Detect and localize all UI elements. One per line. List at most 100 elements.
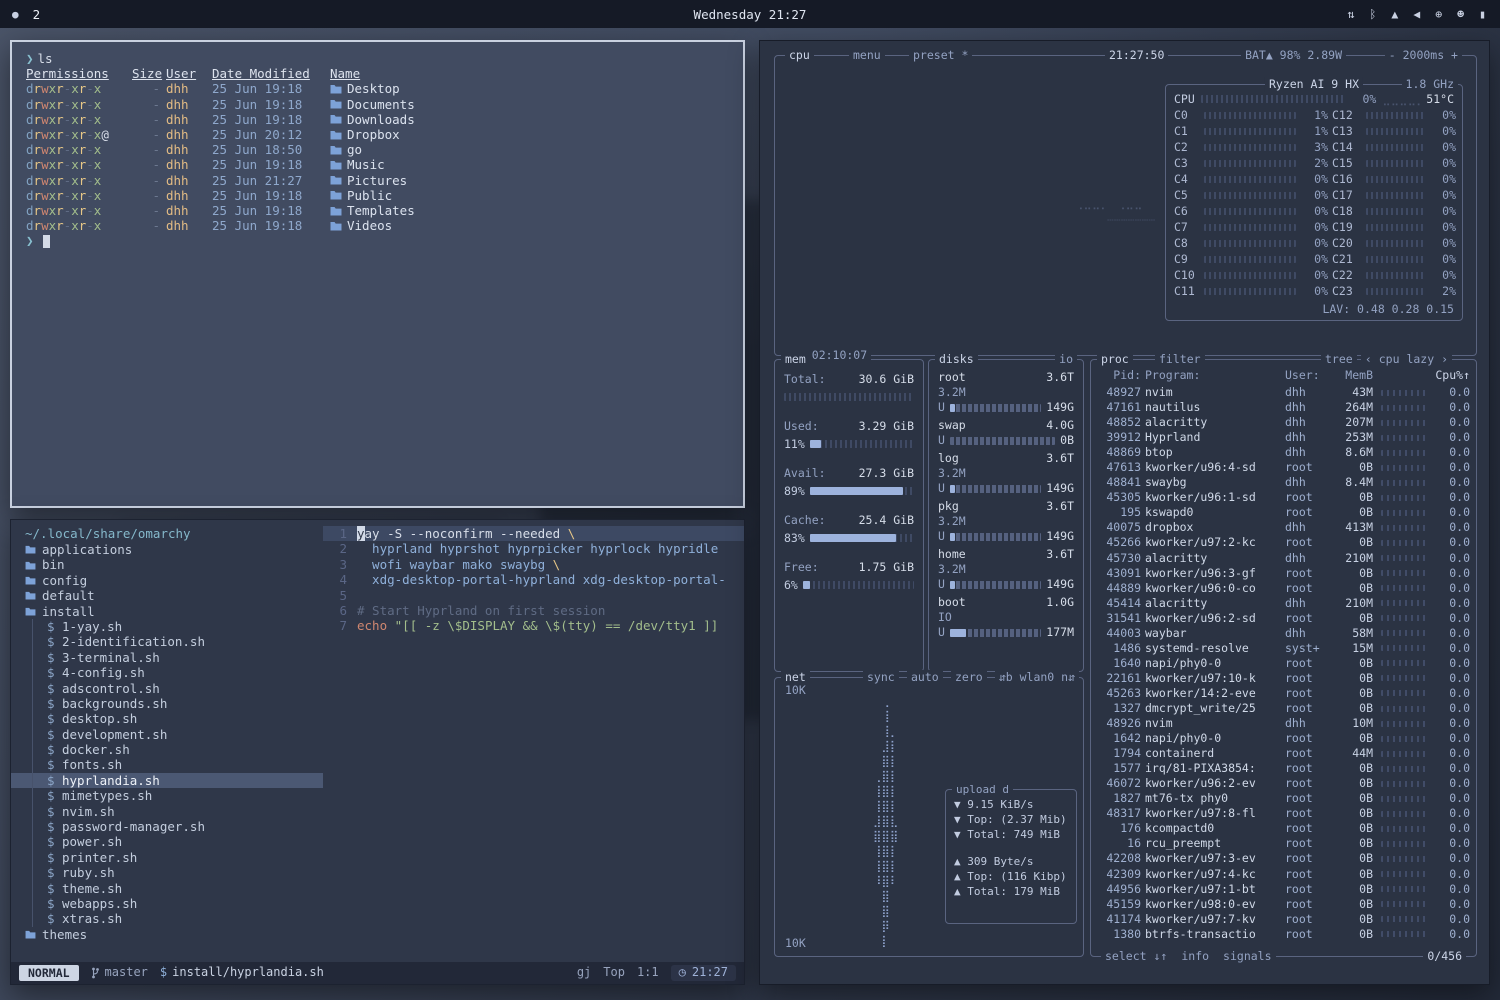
process-row[interactable]: 1827 mt76-tx phy0 root 0B 0.0	[1097, 791, 1470, 806]
tree-file[interactable]: $ desktop.sh	[11, 711, 323, 726]
tree-file[interactable]: $ 3-terminal.sh	[11, 650, 323, 665]
menu-button[interactable]: menu	[849, 48, 885, 63]
net-interface[interactable]: ⇵b wlan0 n⇵	[995, 670, 1079, 685]
cpu-core-row: C8 0% C20 0%	[1174, 235, 1454, 251]
workspace-indicator[interactable]: 2	[33, 7, 41, 22]
tree-file[interactable]: $ 1-yay.sh	[11, 619, 323, 634]
tree-directory[interactable]: bin	[11, 557, 323, 572]
wifi-icon[interactable]: ▲	[1391, 7, 1398, 21]
tree-file[interactable]: $ backgrounds.sh	[11, 696, 323, 711]
tree-file[interactable]: $ password-manager.sh	[11, 819, 323, 834]
process-row[interactable]: 45414 alacritty dhh 210M 0.0	[1097, 596, 1470, 611]
process-row[interactable]: 16 rcu_preempt root 0B 0.0	[1097, 836, 1470, 851]
process-row[interactable]: 195 kswapd0 root 0B 0.0	[1097, 505, 1470, 520]
process-row[interactable]: 45263 kworker/14:2-eve root 0B 0.0	[1097, 686, 1470, 701]
tree-file[interactable]: $ ruby.sh	[11, 865, 323, 880]
editor-pane[interactable]: 1 yay -S --noconfirm --needed \ 2 hyprla…	[323, 520, 744, 962]
process-row[interactable]: 1794 containerd root 44M 0.0	[1097, 746, 1470, 761]
editor-line[interactable]: 2 hyprland hyprshot hyprpicker hyprlock …	[323, 541, 744, 556]
process-row[interactable]: 48317 kworker/u97:8-fl root 0B 0.0	[1097, 806, 1470, 821]
editor-line[interactable]: 4 xdg-desktop-portal-hyprland xdg-deskto…	[323, 572, 744, 587]
terminal-prompt-line[interactable]: ❯	[26, 233, 729, 248]
tree-file[interactable]: $ hyprlandia.sh	[11, 773, 323, 788]
process-row[interactable]: 44003 waybar dhh 58M 0.0	[1097, 626, 1470, 641]
tree-file[interactable]: $ docker.sh	[11, 742, 323, 757]
proc-signals-button[interactable]: signals	[1223, 949, 1271, 964]
editor-line[interactable]: 6 # Start Hyprland on first session	[323, 603, 744, 618]
tree-directory[interactable]: config	[11, 573, 323, 588]
process-row[interactable]: 22161 kworker/u97:10-k root 0B 0.0	[1097, 671, 1470, 686]
process-row[interactable]: 45159 kworker/u98:0-ev root 0B 0.0	[1097, 897, 1470, 912]
process-row[interactable]: 1640 napi/phy0-0 root 0B 0.0	[1097, 656, 1470, 671]
process-row[interactable]: 42309 kworker/u97:4-kc root 0B 0.0	[1097, 867, 1470, 882]
process-row[interactable]: 42208 kworker/u97:3-ev root 0B 0.0	[1097, 851, 1470, 866]
process-row[interactable]: 1642 napi/phy0-0 root 0B 0.0	[1097, 731, 1470, 746]
net-auto-toggle[interactable]: auto	[907, 670, 943, 685]
process-row[interactable]: 46072 kworker/u96:2-ev root 0B 0.0	[1097, 776, 1470, 791]
process-row[interactable]: 45266 kworker/u97:2-kc root 0B 0.0	[1097, 535, 1470, 550]
tree-file[interactable]: $ power.sh	[11, 834, 323, 849]
process-row[interactable]: 48869 btop dhh 8.6M 0.0	[1097, 445, 1470, 460]
process-row[interactable]: 43091 kworker/u96:3-gf root 0B 0.0	[1097, 566, 1470, 581]
network-icon[interactable]: ⊕	[1435, 7, 1442, 21]
preset-button[interactable]: preset *	[909, 48, 972, 63]
editor-line[interactable]: 3 wofi waybar mako swaybg \	[323, 557, 744, 572]
process-row[interactable]: 176 kcompactd0 root 0B 0.0	[1097, 821, 1470, 836]
process-row[interactable]: 48852 alacritty dhh 207M 0.0	[1097, 415, 1470, 430]
sort-direction-icon[interactable]: ↑	[1463, 368, 1470, 382]
editor-line[interactable]: 5	[323, 588, 744, 603]
tree-directory-install[interactable]: install	[11, 604, 323, 619]
process-row[interactable]: 48927 nvim dhh 43M 0.0	[1097, 385, 1470, 400]
proc-tree-toggle[interactable]: tree	[1321, 352, 1357, 367]
tree-file[interactable]: $ 4-config.sh	[11, 665, 323, 680]
process-row[interactable]: 44889 kworker/u96:0-co root 0B 0.0	[1097, 581, 1470, 596]
tree-file[interactable]: $ adscontrol.sh	[11, 681, 323, 696]
process-row[interactable]: 39912 Hyprland dhh 253M 0.0	[1097, 430, 1470, 445]
proc-select-button[interactable]: select ↓↑	[1105, 949, 1167, 964]
io-mode-toggle[interactable]: io	[1055, 352, 1077, 367]
user-icon[interactable]: ☻	[1457, 7, 1464, 21]
tree-file[interactable]: $ 2-identification.sh	[11, 634, 323, 649]
tree-file[interactable]: $ xtras.sh	[11, 911, 323, 926]
process-row[interactable]: 48926 nvim dhh 10M 0.0	[1097, 716, 1470, 731]
process-row[interactable]: 1486 systemd-resolve syst+ 15M 0.0	[1097, 641, 1470, 656]
volume-icon[interactable]: ◀	[1413, 7, 1420, 21]
tree-directory[interactable]: default	[11, 588, 323, 603]
tree-file[interactable]: $ mimetypes.sh	[11, 788, 323, 803]
process-row[interactable]: 1577 irq/81-PIXA3854: root 0B 0.0	[1097, 761, 1470, 776]
process-row[interactable]: 44956 kworker/u97:1-bt root 0B 0.0	[1097, 882, 1470, 897]
process-row[interactable]: 40075 dropbox dhh 413M 0.0	[1097, 520, 1470, 535]
terminal-window[interactable]: ❯ls Permissions Size User Date Modified …	[10, 40, 745, 508]
tree-directory[interactable]: applications	[11, 542, 323, 557]
proc-sort-selector[interactable]: ‹ cpu lazy ›	[1361, 352, 1452, 367]
proc-info-button[interactable]: info	[1181, 949, 1209, 964]
btop-window[interactable]: cpu menu preset * 21:27:50 BAT▲ 98% 2.89…	[759, 40, 1490, 985]
proc-filter-button[interactable]: filter	[1155, 352, 1205, 367]
process-row[interactable]: 31541 kworker/u96:2-sd root 0B 0.0	[1097, 611, 1470, 626]
bluetooth-icon[interactable]: ᛒ	[1369, 7, 1376, 21]
process-row[interactable]: 1327 dmcrypt_write/25 root 0B 0.0	[1097, 701, 1470, 716]
net-zero-toggle[interactable]: zero	[951, 670, 987, 685]
tree-directory[interactable]: themes	[11, 927, 323, 942]
tree-file[interactable]: $ development.sh	[11, 727, 323, 742]
process-row[interactable]: 45305 kworker/u96:1-sd root 0B 0.0	[1097, 490, 1470, 505]
process-row[interactable]: 45730 alacritty dhh 210M 0.0	[1097, 551, 1470, 566]
tree-file[interactable]: $ fonts.sh	[11, 757, 323, 772]
process-row[interactable]: 47161 nautilus dhh 264M 0.0	[1097, 400, 1470, 415]
dropbox-tray-icon[interactable]: ⇅	[1347, 7, 1354, 21]
tree-file[interactable]: $ nvim.sh	[11, 804, 323, 819]
launcher-icon[interactable]: ●	[12, 8, 19, 21]
process-row[interactable]: 1380 btrfs-transactio root 0B 0.0	[1097, 927, 1470, 941]
refresh-interval-control[interactable]: - 2000ms +	[1385, 48, 1462, 63]
nvim-window[interactable]: ~/.local/share/omarchy applications bin	[10, 519, 745, 985]
tree-file[interactable]: $ printer.sh	[11, 850, 323, 865]
process-row[interactable]: 47613 kworker/u96:4-sd root 0B 0.0	[1097, 460, 1470, 475]
process-row[interactable]: 41174 kworker/u97:7-kv root 0B 0.0	[1097, 912, 1470, 927]
tree-file[interactable]: $ webapps.sh	[11, 896, 323, 911]
editor-line[interactable]: 1 yay -S --noconfirm --needed \	[323, 526, 744, 541]
tree-file[interactable]: $ theme.sh	[11, 881, 323, 896]
net-sync-toggle[interactable]: sync	[863, 670, 899, 685]
editor-line[interactable]: 7 echo "[[ -z \$DISPLAY && \$(tty) == /d…	[323, 618, 744, 633]
file-tree[interactable]: ~/.local/share/omarchy applications bin	[11, 520, 323, 962]
process-row[interactable]: 48841 swaybg dhh 8.4M 0.0	[1097, 475, 1470, 490]
